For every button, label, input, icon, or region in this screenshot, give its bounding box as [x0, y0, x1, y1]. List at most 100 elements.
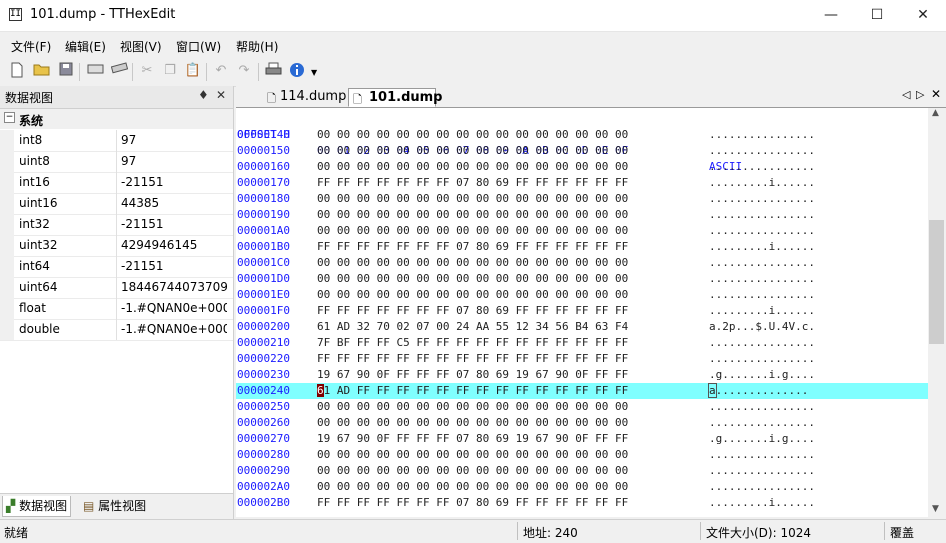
hex-row[interactable]: 000002A0 00 00 00 00 00 00 00 00 00 00 00…	[236, 479, 928, 495]
hex-row[interactable]: 00000290 00 00 00 00 00 00 00 00 00 00 00…	[236, 463, 928, 479]
open-folder-icon[interactable]	[33, 62, 51, 80]
menu-help[interactable]: 帮助(H)	[236, 38, 278, 55]
property-row[interactable]: int8 97	[0, 130, 233, 152]
hex-row[interactable]: 000001A0 00 00 00 00 00 00 00 00 00 00 00…	[236, 223, 928, 239]
hex-row[interactable]: 00000140 00 00 00 00 00 00 00 00 00 00 00…	[236, 127, 928, 143]
menu-view[interactable]: 视图(V)	[120, 38, 162, 55]
row-ascii[interactable]: ................	[709, 463, 815, 479]
hex-row[interactable]: 00000270 19 67 90 0F FF FF FF 07 80 69 19…	[236, 431, 928, 447]
property-value[interactable]: -21151	[121, 259, 227, 273]
hex-row[interactable]: 000001B0 FF FF FF FF FF FF FF 07 80 69 FF…	[236, 239, 928, 255]
hex-row[interactable]: 00000180 00 00 00 00 00 00 00 00 00 00 00…	[236, 191, 928, 207]
row-ascii[interactable]: .g.......i.g....	[709, 367, 815, 383]
property-row[interactable]: float -1.#QNAN0e+000	[0, 298, 233, 320]
row-bytes[interactable]: 00 00 00 00 00 00 00 00 00 00 00 00 00 0…	[317, 127, 628, 143]
undo-icon[interactable]: ↶	[212, 62, 230, 80]
maximize-button[interactable]: ☐	[854, 0, 900, 31]
row-ascii[interactable]: ................	[709, 223, 815, 239]
minimize-button[interactable]: —	[808, 0, 854, 31]
row-bytes[interactable]: 00 00 00 00 00 00 00 00 00 00 00 00 00 0…	[317, 207, 628, 223]
row-ascii[interactable]: ................	[709, 271, 815, 287]
tab-101-dump[interactable]: 🗋 101.dump	[348, 88, 443, 107]
byte-cursor[interactable]: 6	[317, 384, 324, 397]
row-ascii[interactable]: ................	[709, 287, 815, 303]
menu-file[interactable]: 文件(F)	[11, 38, 51, 55]
row-bytes[interactable]: 19 67 90 0F FF FF FF 07 80 69 19 67 90 0…	[317, 367, 628, 383]
row-bytes[interactable]: 61 AD FF FF FF FF FF FF FF FF FF FF FF F…	[317, 383, 628, 399]
save-icon[interactable]	[57, 62, 75, 80]
property-value[interactable]: -1.#QNAN0e+000	[121, 301, 227, 315]
row-bytes[interactable]: 00 00 00 00 00 00 00 00 00 00 00 00 00 0…	[317, 271, 628, 287]
row-ascii[interactable]: .........i......	[709, 495, 815, 511]
info-dropdown-icon[interactable]: ▼	[311, 68, 317, 77]
row-bytes[interactable]: 00 00 00 00 00 00 00 00 00 00 00 00 00 0…	[317, 223, 628, 239]
row-bytes[interactable]: FF FF FF FF FF FF FF 07 80 69 FF FF FF F…	[317, 175, 628, 191]
row-bytes[interactable]: 00 00 00 00 00 00 00 00 00 00 00 00 00 0…	[317, 255, 628, 271]
menu-window[interactable]: 窗口(W)	[176, 38, 221, 55]
new-file-icon[interactable]	[8, 62, 26, 80]
property-row[interactable]: double -1.#QNAN0e+000	[0, 319, 233, 341]
category-row[interactable]: − 系统	[0, 109, 233, 129]
row-bytes[interactable]: 00 00 00 00 00 00 00 00 00 00 00 00 00 0…	[317, 399, 628, 415]
keyboard-icon[interactable]	[86, 62, 104, 80]
row-ascii[interactable]: ................	[709, 191, 815, 207]
property-value[interactable]: -21151	[121, 217, 227, 231]
row-bytes[interactable]: FF FF FF FF FF FF FF 07 80 69 FF FF FF F…	[317, 239, 628, 255]
ascii-cursor[interactable]: a	[708, 383, 717, 398]
row-ascii[interactable]: ................	[709, 335, 815, 351]
property-value[interactable]: -21151	[121, 175, 227, 189]
property-value[interactable]: 97	[121, 133, 227, 147]
tab-close-icon[interactable]: ✕	[931, 87, 941, 101]
property-row[interactable]: uint16 44385	[0, 193, 233, 215]
row-bytes[interactable]: 00 00 00 00 00 00 00 00 00 00 00 00 00 0…	[317, 287, 628, 303]
property-row[interactable]: uint8 97	[0, 151, 233, 173]
close-button[interactable]: ✕	[900, 0, 946, 31]
pin-icon[interactable]: ♦	[198, 88, 209, 102]
memory-icon[interactable]	[110, 62, 128, 80]
hex-row[interactable]: 00000230 19 67 90 0F FF FF FF 07 80 69 19…	[236, 367, 928, 383]
copy-icon[interactable]: ❐	[161, 62, 179, 80]
row-ascii[interactable]: ................	[709, 479, 815, 495]
row-bytes[interactable]: FF FF FF FF FF FF FF 07 80 69 FF FF FF F…	[317, 495, 628, 511]
scrollbar-thumb[interactable]	[929, 220, 944, 344]
row-ascii[interactable]: .........i......	[709, 175, 815, 191]
property-row[interactable]: int32 -21151	[0, 214, 233, 236]
hex-row[interactable]: 00000240 61 AD FF FF FF FF FF FF FF FF FF…	[236, 383, 928, 399]
panel-close-icon[interactable]: ✕	[216, 88, 226, 102]
hex-row[interactable]: 000002B0 FF FF FF FF FF FF FF 07 80 69 FF…	[236, 495, 928, 511]
hex-row[interactable]: 00000200 61 AD 32 70 02 07 00 24 AA 55 12…	[236, 319, 928, 335]
property-row[interactable]: uint64 18446744073709530465	[0, 277, 233, 299]
row-bytes[interactable]: 00 00 00 00 00 00 00 00 00 00 00 00 00 0…	[317, 143, 628, 159]
row-ascii[interactable]: ................	[709, 127, 815, 143]
hex-row[interactable]: 00000250 00 00 00 00 00 00 00 00 00 00 00…	[236, 399, 928, 415]
hex-row[interactable]: 000001E0 00 00 00 00 00 00 00 00 00 00 00…	[236, 287, 928, 303]
hex-row[interactable]: 00000160 00 00 00 00 00 00 00 00 00 00 00…	[236, 159, 928, 175]
row-ascii[interactable]: ................	[709, 415, 815, 431]
row-bytes[interactable]: 19 67 90 0F FF FF FF 07 80 69 19 67 90 0…	[317, 431, 628, 447]
row-bytes[interactable]: 00 00 00 00 00 00 00 00 00 00 00 00 00 0…	[317, 159, 628, 175]
property-row[interactable]: int16 -21151	[0, 172, 233, 194]
scroll-up-icon[interactable]: ▲	[932, 108, 939, 118]
row-ascii[interactable]: a..............	[708, 383, 808, 399]
tab-data-view[interactable]: ▞ 数据视图	[2, 496, 72, 517]
property-value[interactable]: -1.#QNAN0e+000	[121, 322, 227, 336]
row-ascii[interactable]: ................	[709, 399, 815, 415]
row-ascii[interactable]: ................	[709, 351, 815, 367]
row-bytes[interactable]: 00 00 00 00 00 00 00 00 00 00 00 00 00 0…	[317, 447, 628, 463]
row-ascii[interactable]: ................	[709, 447, 815, 463]
collapse-icon[interactable]: −	[4, 112, 15, 123]
hex-row[interactable]: 000001C0 00 00 00 00 00 00 00 00 00 00 00…	[236, 255, 928, 271]
row-bytes[interactable]: FF FF FF FF FF FF FF 07 80 69 FF FF FF F…	[317, 303, 628, 319]
row-ascii[interactable]: .........i......	[709, 303, 815, 319]
row-bytes[interactable]: 00 00 00 00 00 00 00 00 00 00 00 00 00 0…	[317, 415, 628, 431]
hex-view[interactable]: OFFSET H 00 01 02 03 04 05 06 07 08 09 0…	[236, 108, 928, 517]
row-ascii[interactable]: .........i......	[709, 239, 815, 255]
menu-edit[interactable]: 编辑(E)	[65, 38, 106, 55]
row-ascii[interactable]: ................	[709, 207, 815, 223]
info-icon[interactable]	[288, 62, 306, 80]
tab-scroll-left-icon[interactable]: ◁	[902, 88, 910, 101]
property-value[interactable]: 4294946145	[121, 238, 227, 252]
row-bytes[interactable]: 00 00 00 00 00 00 00 00 00 00 00 00 00 0…	[317, 479, 628, 495]
tab-scroll-right-icon[interactable]: ▷	[916, 88, 924, 101]
row-ascii[interactable]: .g.......i.g....	[709, 431, 815, 447]
